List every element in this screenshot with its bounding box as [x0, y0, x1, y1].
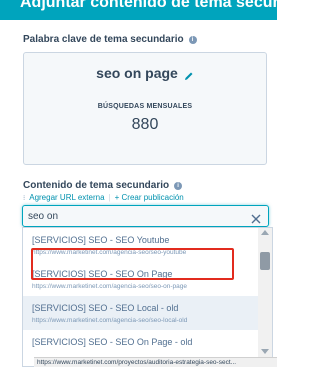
modal-title: Adjuntar contenido de tema secundario	[20, 0, 277, 11]
result-url: https://www.marketinet.com/agencia-seo/s…	[32, 283, 187, 290]
create-post-link[interactable]: + Crear publicación	[115, 193, 184, 202]
keyword-value: seo on page	[96, 65, 178, 81]
scrollbar-thumb[interactable]	[260, 252, 270, 270]
content-label-text: Contenido de tema secundario	[23, 180, 170, 191]
result-title: [SERVICIOS] SEO - SEO On Page - old	[32, 337, 193, 347]
drag-handle-icon: ⁝	[23, 194, 26, 202]
separator: |	[108, 193, 111, 202]
monthly-searches-label: BÚSQUEDAS MENSUALES	[97, 103, 193, 110]
content-search-box[interactable]	[22, 205, 269, 227]
dropdown-scrollbar[interactable]	[258, 228, 272, 367]
scroll-down-icon[interactable]	[261, 349, 269, 354]
result-url: https://www.marketinet.com/agencia-seo/s…	[32, 317, 188, 324]
add-external-url-link[interactable]: Agregar URL externa	[29, 193, 104, 202]
pencil-icon[interactable]	[184, 68, 194, 80]
result-title: [SERVICIOS] SEO - SEO Local - old	[32, 303, 179, 313]
content-section-label: Contenido de tema secundario i	[23, 180, 183, 191]
keyword-label-text: Palabra clave de tema secundario	[23, 34, 184, 45]
modal-header: Adjuntar contenido de tema secundario	[0, 0, 277, 20]
info-icon[interactable]: i	[188, 35, 197, 44]
keyword-section-label: Palabra clave de tema secundario i	[23, 34, 197, 45]
search-input[interactable]	[28, 209, 248, 223]
keyword-card: seo on page BÚSQUEDAS MENSUALES 880	[23, 52, 267, 165]
browser-status-bar: https://www.marketinet.com/proyectos/aud…	[34, 357, 277, 367]
result-title: [SERVICIOS] SEO - SEO Youtube	[32, 235, 170, 245]
highlight-annotation	[31, 248, 234, 280]
result-option[interactable]: [SERVICIOS] SEO - SEO Local - old https:…	[23, 296, 260, 330]
content-actions: ⁝ Agregar URL externa | + Crear publicac…	[23, 193, 184, 202]
scroll-up-icon[interactable]	[261, 230, 269, 235]
info-icon[interactable]: i	[174, 181, 183, 190]
close-icon[interactable]	[251, 211, 261, 224]
monthly-searches-value: 880	[131, 116, 159, 133]
